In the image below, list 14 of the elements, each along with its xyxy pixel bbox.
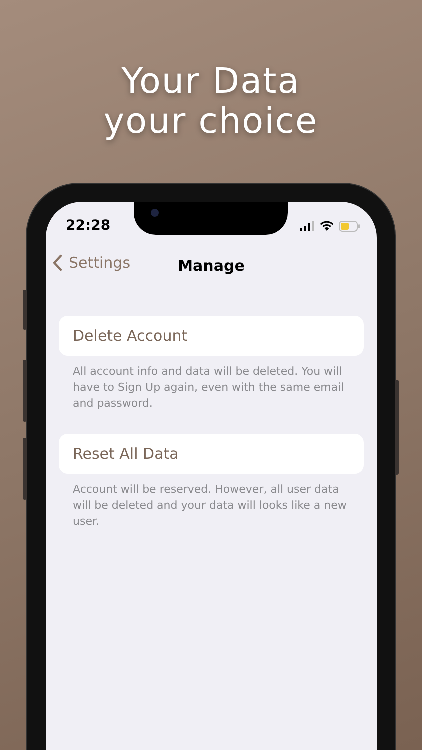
wifi-icon xyxy=(320,221,334,231)
settings-row[interactable]: Delete Account xyxy=(59,316,364,356)
camera-icon xyxy=(151,209,159,217)
screen-title: Manage xyxy=(178,257,245,275)
signal-icon xyxy=(300,221,315,231)
settings-row[interactable]: Reset All Data xyxy=(59,434,364,474)
status-time: 22:28 xyxy=(66,218,111,234)
section-footer: All account info and data will be deleted. You will have to Sign Up again, even with the same email and password. xyxy=(59,364,364,412)
headline: Your Data xyxy=(122,62,300,102)
chevron-left-icon xyxy=(52,254,63,272)
section-footer: Account will be reserved. However, all user data will be deleted and your data will looks like a new user. xyxy=(59,482,364,530)
back-button[interactable]: Settings xyxy=(52,254,131,272)
headline: your choice xyxy=(104,102,318,142)
battery-icon xyxy=(339,220,361,232)
